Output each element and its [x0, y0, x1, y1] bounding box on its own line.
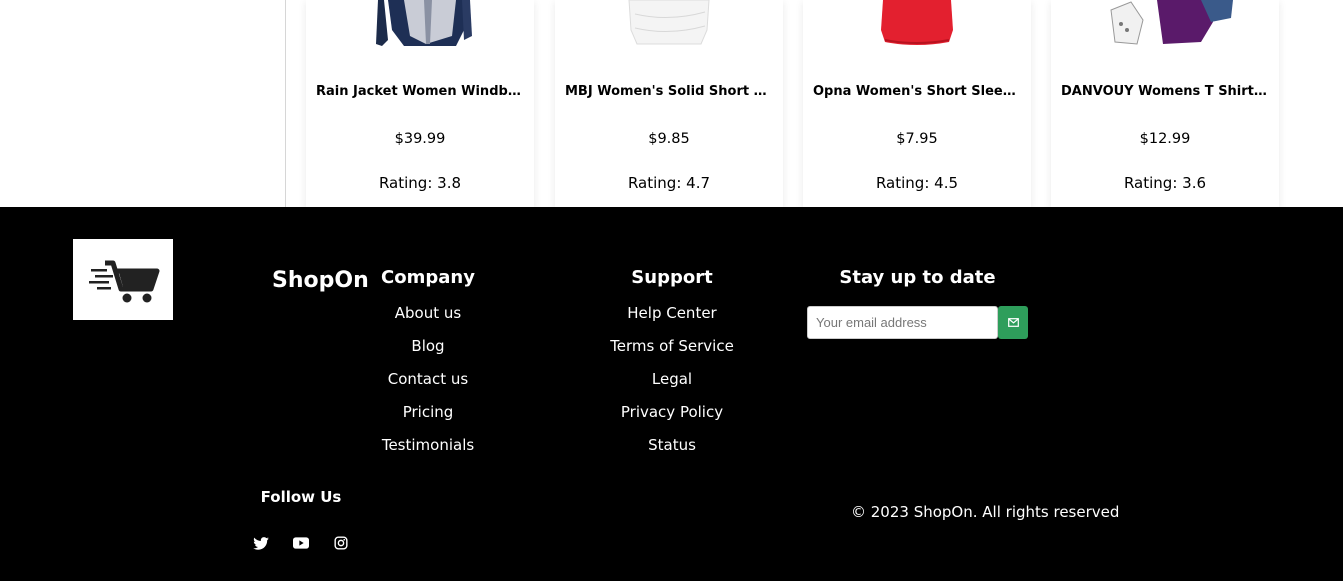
product-price: $7.95	[896, 131, 938, 147]
privacy-policy-link[interactable]: Privacy Policy	[592, 402, 752, 435]
social-links	[250, 532, 360, 554]
white-tshirt-product-image[interactable]	[555, 0, 783, 50]
about-us-link[interactable]: About us	[368, 303, 488, 336]
subscribe-button[interactable]	[998, 306, 1028, 339]
site-footer: ShopOn Company About us Blog Contact us …	[0, 207, 1343, 581]
help-center-link[interactable]: Help Center	[592, 303, 752, 336]
product-title[interactable]: Opna Women's Short Sleeve Moisture	[813, 84, 1021, 99]
newsletter-section: Stay up to date	[807, 267, 1028, 339]
testimonials-link[interactable]: Testimonials	[368, 435, 488, 468]
product-title[interactable]: MBJ Women's Solid Short Sleeve Boat Neck…	[565, 84, 773, 99]
tshirt-shoes-product-image[interactable]	[1051, 0, 1279, 50]
product-price: $9.85	[648, 131, 690, 147]
newsletter-form	[807, 306, 1028, 339]
company-heading: Company	[381, 267, 475, 288]
youtube-icon[interactable]	[290, 532, 312, 554]
product-title[interactable]: DANVOUY Womens T Shirt Casual Cotton Sho…	[1061, 84, 1269, 99]
product-rating: Rating: 3.6	[1123, 174, 1207, 192]
product-area: Rain Jacket Women Windbreaker Striped Cl…	[0, 0, 1343, 207]
footer-brand-name: ShopOn	[272, 268, 369, 293]
copyright-text: © 2023 ShopOn. All rights reserved	[851, 503, 1120, 521]
product-title[interactable]: Rain Jacket Women Windbreaker Striped Cl…	[316, 84, 524, 99]
blog-link[interactable]: Blog	[368, 336, 488, 369]
product-card[interactable]: Rain Jacket Women Windbreaker Striped Cl…	[306, 0, 534, 207]
filter-sidebar	[0, 0, 286, 207]
product-rating: Rating: 4.5	[875, 174, 959, 192]
terms-of-service-link[interactable]: Terms of Service	[592, 336, 752, 369]
rain-jacket-product-image[interactable]	[306, 0, 534, 50]
instagram-icon[interactable]	[330, 532, 352, 554]
product-card[interactable]: DANVOUY Womens T Shirt Casual Cotton Sho…	[1051, 0, 1279, 207]
newsletter-heading: Stay up to date	[839, 267, 996, 288]
support-heading: Support	[631, 267, 713, 288]
twitter-icon[interactable]	[250, 532, 272, 554]
follow-us-label: Follow Us	[260, 488, 342, 506]
product-price: $12.99	[1139, 131, 1191, 147]
product-card[interactable]: Opna Women's Short Sleeve Moisture $7.95…	[803, 0, 1031, 207]
email-input[interactable]	[807, 306, 998, 339]
product-price: $39.99	[394, 131, 446, 147]
contact-us-link[interactable]: Contact us	[368, 369, 488, 402]
product-card[interactable]: MBJ Women's Solid Short Sleeve Boat Neck…	[555, 0, 783, 207]
product-rating: Rating: 3.8	[378, 174, 462, 192]
legal-link[interactable]: Legal	[592, 369, 752, 402]
support-links: Support Help Center Terms of Service Leg…	[592, 267, 752, 468]
pricing-link[interactable]: Pricing	[368, 402, 488, 435]
status-link[interactable]: Status	[592, 435, 752, 468]
red-tshirt-product-image[interactable]	[803, 0, 1031, 50]
company-links: Company About us Blog Contact us Pricing…	[368, 267, 488, 468]
shopping-cart-logo-icon[interactable]	[73, 239, 173, 320]
product-rating: Rating: 4.7	[627, 174, 711, 192]
send-mail-icon	[1007, 318, 1019, 327]
